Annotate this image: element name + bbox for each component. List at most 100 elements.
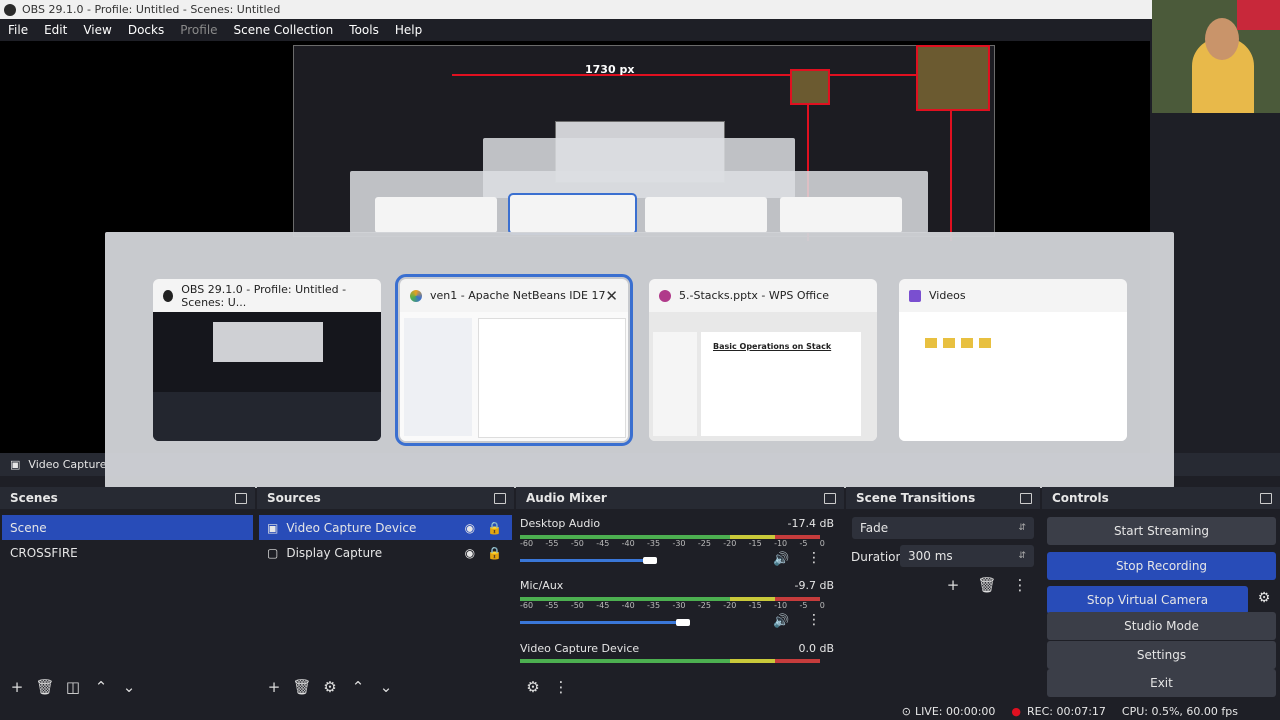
controls-title: Controls: [1052, 491, 1109, 505]
start-streaming-button[interactable]: Start Streaming: [1047, 517, 1276, 545]
mixer-channel-header: Video Capture Device 0.0 dB: [520, 642, 834, 655]
alt-tab-switcher: OBS 29.1.0 - Profile: Untitled - Scenes:…: [105, 232, 1174, 488]
menu-help[interactable]: Help: [387, 23, 430, 37]
channel-name: Desktop Audio: [520, 517, 601, 530]
trash-icon[interactable]: 🗑: [976, 574, 998, 596]
trash-icon[interactable]: 🗑: [291, 676, 313, 698]
nested-alttab-1: [350, 171, 928, 235]
wps-icon: [659, 289, 671, 302]
live-status: LIVE: 00:00:00: [914, 704, 996, 718]
menu-file[interactable]: File: [0, 23, 36, 37]
alttab-title: OBS 29.1.0 - Profile: Untitled - Scenes:…: [181, 282, 347, 309]
alttab-window-netbeans[interactable]: ven1 - Apache NetBeans IDE 17 ✕: [395, 274, 633, 446]
alttab-window-obs[interactable]: OBS 29.1.0 - Profile: Untitled - Scenes:…: [153, 279, 381, 441]
alttab-title: ven1 - Apache NetBeans IDE 17: [430, 289, 606, 302]
menu-docks[interactable]: Docks: [120, 23, 172, 37]
studio-mode-button[interactable]: Studio Mode: [1047, 612, 1276, 640]
undock-icon[interactable]: [1020, 492, 1032, 504]
add-icon[interactable]: +: [263, 676, 285, 698]
close-icon[interactable]: ✕: [605, 287, 618, 305]
move-down-icon[interactable]: ⌄: [118, 676, 140, 698]
eye-icon[interactable]: ◉: [465, 546, 475, 560]
volume-slider-handle[interactable]: [643, 557, 657, 564]
volume-meter: [520, 659, 820, 663]
volume-slider[interactable]: [520, 621, 678, 624]
more-icon[interactable]: ⋮: [550, 676, 572, 698]
source-label: Display Capture: [286, 545, 383, 560]
scene-item[interactable]: Scene: [2, 515, 253, 540]
add-icon[interactable]: +: [942, 574, 964, 596]
sources-dock: Sources ▣ Video Capture Device ◉ 🔒 ▢ Displa…: [257, 487, 514, 702]
settings-button[interactable]: Settings: [1047, 641, 1276, 669]
menu-view[interactable]: View: [75, 23, 119, 37]
audio-mixer-dock: Audio Mixer Desktop Audio -17.4 dB -60 -5…: [516, 487, 844, 702]
gear-icon[interactable]: ⚙: [319, 676, 341, 698]
duration-value: 300 ms: [908, 549, 953, 563]
person-face: [1205, 18, 1239, 60]
move-down-icon[interactable]: ⌄: [375, 676, 397, 698]
updown-icon[interactable]: ⇵: [1018, 551, 1026, 561]
exit-button[interactable]: Exit: [1047, 669, 1276, 697]
window-titlebar: OBS 29.1.0 - Profile: Untitled - Scenes:…: [0, 0, 1280, 19]
source-label: Video Capture Device: [286, 520, 417, 535]
alttab-title: Videos: [929, 289, 966, 302]
undock-icon[interactable]: [235, 492, 247, 504]
mixer-title: Audio Mixer: [526, 491, 607, 505]
status-bar: ⊙ LIVE: 00:00:00 ● REC: 00:07:17 CPU: 0.5%…: [0, 702, 1280, 720]
stop-recording-button[interactable]: Stop Recording: [1047, 552, 1276, 580]
transition-type: Fade: [860, 521, 889, 535]
speaker-icon[interactable]: 🔊: [773, 614, 789, 629]
volume-slider[interactable]: [520, 559, 646, 562]
more-icon[interactable]: ⋮: [807, 550, 821, 566]
channel-db: -17.4 dB: [787, 517, 835, 530]
transform-line: [950, 101, 952, 241]
mixer-footer: ⚙ ⋮: [516, 672, 844, 702]
more-icon[interactable]: ⋮: [1009, 574, 1031, 596]
trash-icon[interactable]: 🗑: [34, 676, 56, 698]
webcam-source-selected[interactable]: [916, 45, 990, 111]
undock-icon[interactable]: [1260, 492, 1272, 504]
duration-spinbox[interactable]: 300 ms ⇵: [900, 545, 1034, 567]
meter-ticks: -60 -55 -50 -45 -40 -35 -30 -25 -20 -15 -10 -5 0: [520, 601, 825, 610]
menu-profile[interactable]: Profile: [172, 23, 225, 37]
eye-icon[interactable]: ◉: [465, 521, 475, 535]
source-item[interactable]: ▣ Video Capture Device ◉ 🔒: [259, 515, 512, 540]
lock-icon[interactable]: 🔒: [487, 521, 502, 535]
monitor-icon: ▢: [267, 545, 279, 560]
speaker-icon[interactable]: 🔊: [773, 552, 789, 567]
move-up-icon[interactable]: ⌃: [90, 676, 112, 698]
volume-slider-handle[interactable]: [676, 619, 690, 626]
filter-icon[interactable]: ◫: [62, 676, 84, 698]
virtual-camera-gear-icon[interactable]: ⚙: [1252, 586, 1276, 610]
background-object: [1237, 0, 1280, 30]
obs-icon: [163, 289, 174, 302]
menu-edit[interactable]: Edit: [36, 23, 75, 37]
obs-logo-icon: [4, 3, 16, 16]
menu-scene-collection[interactable]: Scene Collection: [226, 23, 342, 37]
undock-icon[interactable]: [824, 492, 836, 504]
mixer-channel-header: Desktop Audio -17.4 dB: [520, 517, 834, 530]
move-up-icon[interactable]: ⌃: [347, 676, 369, 698]
preview-width-label: 1730 px: [585, 63, 635, 76]
duration-label: Duration: [851, 550, 904, 564]
stop-virtual-camera-button[interactable]: Stop Virtual Camera: [1047, 586, 1248, 614]
more-icon[interactable]: ⋮: [807, 612, 821, 628]
transition-type-select[interactable]: Fade ⇵: [852, 517, 1034, 539]
sources-footer: + 🗑 ⚙ ⌃ ⌄: [257, 672, 514, 702]
add-icon[interactable]: +: [6, 676, 28, 698]
scene-item[interactable]: CROSSFIRE: [2, 540, 253, 565]
gear-icon[interactable]: ⚙: [522, 676, 544, 698]
updown-icon: ⇵: [1018, 523, 1026, 533]
lock-icon[interactable]: 🔒: [487, 546, 502, 560]
camera-icon: ▣: [10, 458, 21, 471]
webcam-source-nested: [790, 69, 830, 105]
source-item[interactable]: ▢ Display Capture ◉ 🔒: [259, 540, 512, 565]
webcam-overlay: [1152, 0, 1280, 113]
undock-icon[interactable]: [494, 492, 506, 504]
menu-tools[interactable]: Tools: [341, 23, 387, 37]
alttab-window-videos[interactable]: Videos: [899, 279, 1127, 441]
alttab-window-wps[interactable]: 5.-Stacks.pptx - WPS Office Basic Operat…: [649, 279, 877, 441]
nested-tile: [375, 197, 497, 233]
transform-line: [452, 74, 988, 76]
channel-name: Mic/Aux: [520, 579, 564, 592]
